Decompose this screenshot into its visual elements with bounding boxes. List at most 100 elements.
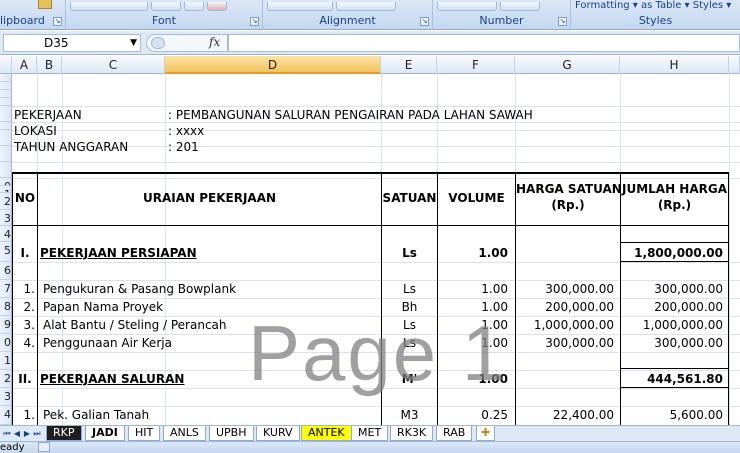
row-header[interactable]: [0, 130, 12, 146]
row-header[interactable]: 4: [0, 406, 12, 425]
paste-icon[interactable]: [38, 0, 52, 9]
row-header[interactable]: 4: [0, 226, 12, 242]
item-harga: 22,400.00: [552, 408, 614, 422]
row-header[interactable]: [0, 74, 12, 82]
sheet-tabs-bar: ⏮ ◀ ▶ ⏭ RKP JADI HIT ANLS UPBH KURV ANTE…: [0, 425, 740, 441]
row-header[interactable]: [0, 98, 12, 106]
styles-group: Formatting ▾ as Table ▾ Styles ▾ Styles: [571, 0, 740, 30]
column-header-i[interactable]: [729, 56, 740, 74]
row-header[interactable]: 7: [0, 280, 12, 298]
name-box-value: D35: [44, 36, 69, 50]
font-group-label: Font: [152, 14, 176, 27]
row-header[interactable]: 8: [0, 298, 12, 316]
ribbon: lipboard ↘ Font ↘ Alignment ↘ Number ↘ F…: [0, 0, 740, 30]
row-header[interactable]: 2: [0, 370, 12, 388]
item-no: 3.: [23, 318, 35, 332]
alignment-group-label: Alignment: [319, 14, 376, 27]
row-header[interactable]: [0, 90, 12, 98]
item-satuan: Bh: [401, 300, 418, 314]
column-headers: A B C D E F G H: [0, 56, 740, 74]
insert-sheet-icon[interactable]: ✚: [476, 426, 496, 441]
row-header[interactable]: 6: [0, 262, 12, 280]
sheet-tab-jadi[interactable]: JADI: [85, 426, 125, 441]
item-no: 1.: [23, 408, 35, 422]
section-satuan: Ls: [402, 246, 417, 260]
sheet-tab-anls[interactable]: ANLS: [163, 426, 206, 441]
sheet-tab-rk3k[interactable]: RK3K: [390, 426, 434, 441]
font-launcher-icon[interactable]: ↘: [250, 17, 259, 26]
insert-function-icon[interactable]: fx: [209, 35, 220, 49]
item-jumlah: 300,000.00: [654, 336, 723, 350]
column-header-g[interactable]: G: [515, 56, 620, 74]
row-header[interactable]: [0, 122, 12, 130]
macro-record-icon[interactable]: [37, 442, 50, 452]
section-volume: 1.00: [478, 372, 508, 386]
status-text: eady: [0, 442, 25, 453]
item-uraian: Alat Bantu / Steling / Perancah: [43, 318, 227, 332]
item-no: 4.: [23, 336, 35, 350]
column-header-b[interactable]: B: [37, 56, 62, 74]
sheet-tab-hit[interactable]: HIT: [128, 426, 161, 441]
row-header[interactable]: [0, 82, 12, 90]
next-sheet-icon[interactable]: ▶: [22, 428, 32, 439]
row-header[interactable]: [0, 146, 12, 162]
sheet-tab-met[interactable]: MET: [351, 426, 389, 441]
sheet-tab-rkp[interactable]: RKP: [46, 426, 82, 441]
chevron-down-icon[interactable]: ▼: [130, 35, 137, 51]
section-title: PEKERJAAN PERSIAPAN: [40, 246, 197, 260]
column-header-d[interactable]: D: [165, 56, 381, 74]
sheet-tab-rab[interactable]: RAB: [436, 426, 473, 441]
row-header[interactable]: 1: [0, 186, 12, 193]
item-satuan: Ls: [403, 336, 416, 350]
formula-tools: fx: [146, 34, 228, 52]
row-header[interactable]: [0, 106, 12, 122]
item-jumlah: 200,000.00: [654, 300, 723, 314]
item-volume: 1.00: [481, 282, 508, 296]
worksheet-grid[interactable]: 0 1 2 3 4 5 6 7 8 9 0 1 2 3 4 PEKERJAAN …: [0, 74, 740, 425]
header-volume: VOLUME: [448, 191, 505, 205]
item-harga: 300,000.00: [545, 336, 614, 350]
row-header[interactable]: 2: [0, 193, 12, 210]
sheet-tab-antek[interactable]: ANTEK: [301, 426, 352, 441]
row-header[interactable]: 3: [0, 388, 12, 406]
section-no: II.: [18, 372, 32, 386]
row-header[interactable]: 5: [0, 242, 12, 262]
column-header-e[interactable]: E: [381, 56, 437, 74]
styles-group-label: Styles: [638, 14, 673, 27]
styles-buttons[interactable]: Formatting ▾ as Table ▾ Styles ▾: [575, 0, 731, 11]
last-sheet-icon[interactable]: ⏭: [32, 428, 42, 439]
item-jumlah: 5,600.00: [669, 408, 723, 422]
number-group-label: Number: [479, 14, 524, 27]
number-launcher-icon[interactable]: ↘: [558, 17, 567, 26]
alignment-group: Alignment ↘: [263, 0, 433, 30]
sheet-tab-kurv[interactable]: KURV: [256, 426, 300, 441]
row-header[interactable]: [0, 162, 12, 178]
prev-sheet-icon[interactable]: ◀: [12, 428, 22, 439]
first-sheet-icon[interactable]: ⏮: [2, 428, 12, 439]
header-harga-satuan-unit: (Rp.): [551, 198, 585, 212]
column-header-a[interactable]: A: [12, 56, 37, 74]
item-harga: 300,000.00: [545, 282, 614, 296]
column-header-f[interactable]: F: [437, 56, 515, 74]
item-jumlah: 300,000.00: [654, 282, 723, 296]
row-header[interactable]: 3: [0, 210, 12, 226]
column-header-c[interactable]: C: [62, 56, 165, 74]
row-header[interactable]: 1: [0, 352, 12, 370]
name-box[interactable]: D35 ▼: [3, 34, 141, 52]
item-uraian: Penggunaan Air Kerja: [43, 336, 172, 350]
column-header-h[interactable]: H: [620, 56, 729, 74]
formula-input[interactable]: [228, 34, 740, 52]
row-header[interactable]: 9: [0, 316, 12, 334]
item-no: 2.: [23, 300, 35, 314]
section-title: PEKERJAAN SALURAN: [40, 372, 185, 386]
section-jumlah: 444,561.80: [647, 372, 723, 386]
sheet-tab-upbh[interactable]: UPBH: [209, 426, 254, 441]
clipboard-launcher-icon[interactable]: ↘: [53, 17, 62, 26]
expand-handle-icon[interactable]: [151, 37, 165, 49]
row-header[interactable]: 0: [0, 334, 12, 352]
item-volume: 1.00: [481, 318, 508, 332]
item-jumlah: 1,000,000.00: [642, 318, 723, 332]
alignment-launcher-icon[interactable]: ↘: [420, 17, 429, 26]
select-all-corner[interactable]: [0, 56, 12, 74]
row-header[interactable]: 0: [0, 178, 12, 186]
